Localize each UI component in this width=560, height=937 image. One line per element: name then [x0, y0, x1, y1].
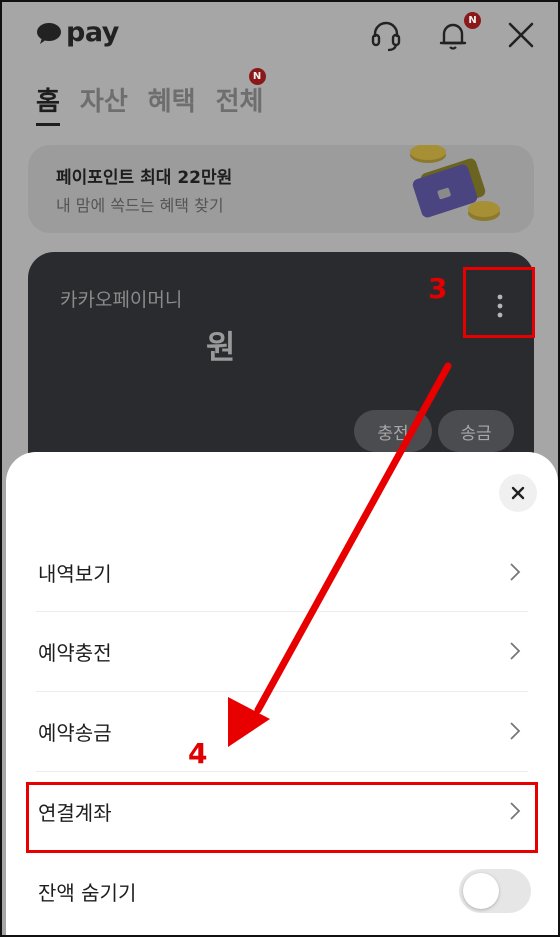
menu-item-label: 예약충전 [38, 640, 112, 665]
cards-coins-illustration [410, 145, 500, 221]
tab-home[interactable]: 홈 [36, 82, 60, 126]
sheet-close-button[interactable] [499, 474, 537, 512]
annotation-number-3: 3 [428, 272, 448, 305]
menu-item-label: 잔액 숨기기 [38, 880, 137, 905]
app-root: pay N 홈 자산 혜택 전체 N 페이포인트 최대 22만원 내 맘에 쏙드… [2, 2, 558, 935]
notification-badge: N [464, 12, 481, 29]
close-icon[interactable] [504, 18, 538, 52]
speech-bubble-icon [37, 23, 61, 44]
kakaopay-logo: pay [36, 18, 119, 48]
annotation-number-4: 4 [188, 737, 208, 770]
menu-item-history[interactable]: 내역보기 [6, 533, 558, 611]
chevron-right-icon [510, 642, 521, 660]
chevron-right-icon [510, 563, 521, 581]
promo-subtitle: 내 맘에 쏙드는 혜택 찾기 [56, 196, 224, 215]
annotation-box-3 [463, 267, 535, 338]
chevron-right-icon [510, 722, 521, 740]
money-card-label: 카카오페이머니 [60, 289, 183, 311]
close-icon [511, 486, 525, 500]
headset-icon[interactable] [369, 18, 403, 52]
logo-text: pay [66, 17, 119, 48]
send-button[interactable]: 송금 [438, 410, 514, 452]
menu-item-label: 내역보기 [38, 561, 112, 586]
menu-item-scheduled-transfer[interactable]: 예약송금 [6, 692, 558, 770]
charge-button[interactable]: 충전 [354, 410, 432, 452]
hide-balance-toggle[interactable] [459, 869, 531, 913]
menu-item-label: 예약송금 [38, 720, 112, 745]
menu-item-scheduled-charge[interactable]: 예약충전 [6, 612, 558, 690]
promo-title: 페이포인트 최대 22만원 [56, 168, 233, 188]
promo-banner[interactable]: 페이포인트 최대 22만원 내 맘에 쏙드는 혜택 찾기 [28, 145, 534, 233]
money-card-amount: 원 [206, 328, 236, 366]
tab-benefits[interactable]: 혜택 [148, 82, 196, 122]
annotation-box-4 [26, 782, 538, 853]
toggle-knob [463, 873, 499, 909]
tab-all-badge: N [248, 68, 266, 85]
main-tabs: 홈 자산 혜택 전체 N [36, 68, 283, 126]
notification-button[interactable]: N [436, 12, 481, 52]
tab-all[interactable]: 전체 N [216, 68, 266, 122]
tab-assets[interactable]: 자산 [80, 82, 128, 122]
header: pay N [2, 2, 558, 74]
